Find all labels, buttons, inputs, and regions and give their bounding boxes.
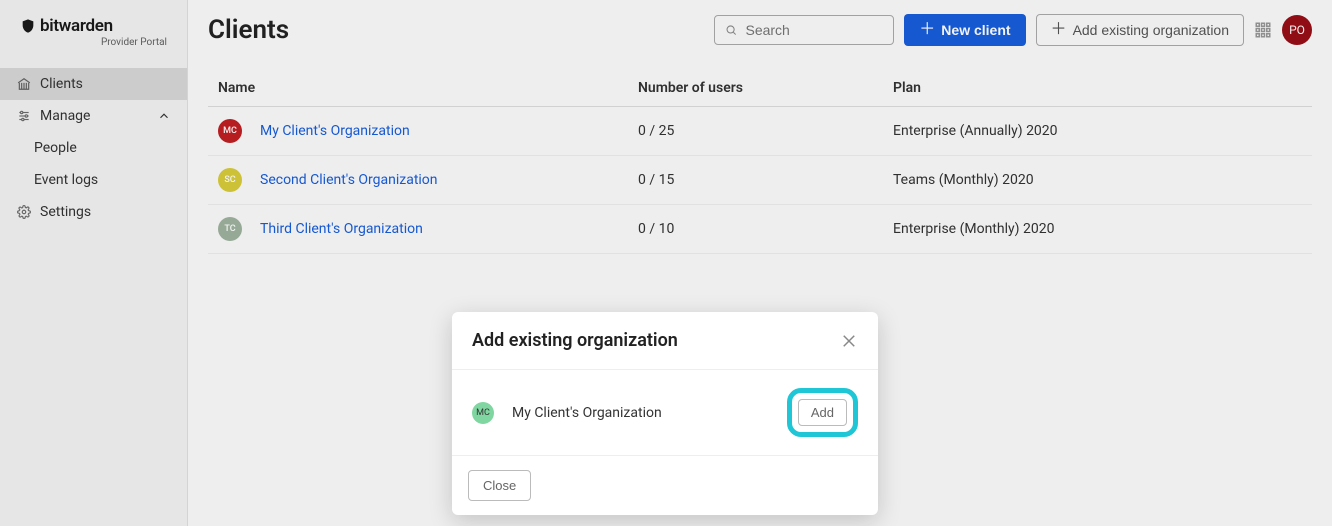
org-avatar: MC (218, 119, 242, 143)
table-row: SC Second Client's Organization 0 / 15Team… (208, 156, 1312, 205)
highlight-ring: Add (787, 388, 858, 437)
sidebar-item-label: Clients (40, 76, 83, 92)
search-icon (725, 23, 737, 37)
add-existing-organization-button[interactable]: ＋ Add existing organization (1036, 14, 1244, 46)
name-cell: MC My Client's Organization (218, 119, 638, 143)
name-cell: TC Third Client's Organization (218, 217, 638, 241)
sidebar-item-manage[interactable]: Manage (0, 100, 187, 132)
header: Clients ＋ New client ＋ Add existing orga… (208, 14, 1312, 46)
brand-subtitle: Provider Portal (20, 37, 169, 48)
button-label: New client (941, 22, 1010, 38)
org-avatar: TC (218, 217, 242, 241)
plus-icon: ＋ (919, 22, 935, 38)
sidebar: bitwarden Provider Portal Clients Manage… (0, 0, 188, 526)
org-avatar: MC (472, 402, 494, 424)
sidebar-item-label: Manage (40, 108, 90, 124)
sidebar-item-label: Event logs (34, 172, 98, 188)
sidebar-item-people[interactable]: People (0, 132, 187, 164)
sidebar-item-label: People (34, 140, 77, 156)
modal-body: MC My Client's Organization Add (452, 370, 878, 456)
sidebar-item-settings[interactable]: Settings (0, 196, 187, 228)
modal-org-row: MC My Client's Organization Add (472, 388, 858, 437)
table-row: TC Third Client's Organization 0 / 10Enter… (208, 205, 1312, 254)
search-input[interactable] (745, 22, 883, 38)
modal-footer: Close (452, 456, 878, 515)
modal-title: Add existing organization (472, 330, 678, 351)
column-header-plan: Plan (893, 80, 1302, 96)
column-header-users: Number of users (638, 80, 893, 96)
button-label: Add existing organization (1073, 22, 1229, 38)
clients-table: Name Number of users Plan MC My Client's … (208, 70, 1312, 254)
add-existing-organization-modal: Add existing organization MC My Client's… (452, 312, 878, 515)
gear-icon (16, 205, 32, 219)
users-cell: 0 / 25 (638, 123, 893, 139)
column-header-name: Name (218, 80, 638, 96)
chevron-up-icon (157, 109, 171, 123)
plan-cell: Teams (Monthly) 2020 (893, 172, 1302, 188)
add-button[interactable]: Add (798, 399, 847, 426)
grid-icon[interactable] (1254, 21, 1272, 39)
close-icon[interactable] (840, 332, 858, 350)
sidebar-item-label: Settings (40, 204, 91, 220)
org-avatar: SC (218, 168, 242, 192)
table-header: Name Number of users Plan (208, 70, 1312, 107)
shield-icon (20, 17, 36, 35)
modal-header: Add existing organization (452, 312, 878, 370)
users-cell: 0 / 15 (638, 172, 893, 188)
org-link[interactable]: My Client's Organization (260, 123, 410, 139)
org-name: My Client's Organization (512, 405, 769, 421)
avatar-initials: PO (1289, 23, 1305, 37)
close-button[interactable]: Close (468, 470, 531, 501)
sidebar-item-clients[interactable]: Clients (0, 68, 187, 100)
bank-icon (16, 77, 32, 91)
page-title: Clients (208, 15, 289, 45)
name-cell: SC Second Client's Organization (218, 168, 638, 192)
org-link[interactable]: Second Client's Organization (260, 172, 438, 188)
sidebar-item-event-logs[interactable]: Event logs (0, 164, 187, 196)
org-link[interactable]: Third Client's Organization (260, 221, 423, 237)
org-avatar-text: MC (476, 408, 490, 418)
sliders-icon (16, 109, 32, 123)
plus-icon: ＋ (1051, 22, 1067, 38)
brand-name: bitwarden (40, 16, 113, 36)
user-avatar[interactable]: PO (1282, 15, 1312, 45)
table-row: MC My Client's Organization 0 / 25Enterpri… (208, 107, 1312, 156)
plan-cell: Enterprise (Monthly) 2020 (893, 221, 1302, 237)
logo: bitwarden Provider Portal (0, 0, 187, 56)
search-input-wrapper[interactable] (714, 15, 894, 45)
plan-cell: Enterprise (Annually) 2020 (893, 123, 1302, 139)
users-cell: 0 / 10 (638, 221, 893, 237)
new-client-button[interactable]: ＋ New client (904, 14, 1025, 46)
nav: Clients Manage People Event logs Setting… (0, 68, 187, 228)
